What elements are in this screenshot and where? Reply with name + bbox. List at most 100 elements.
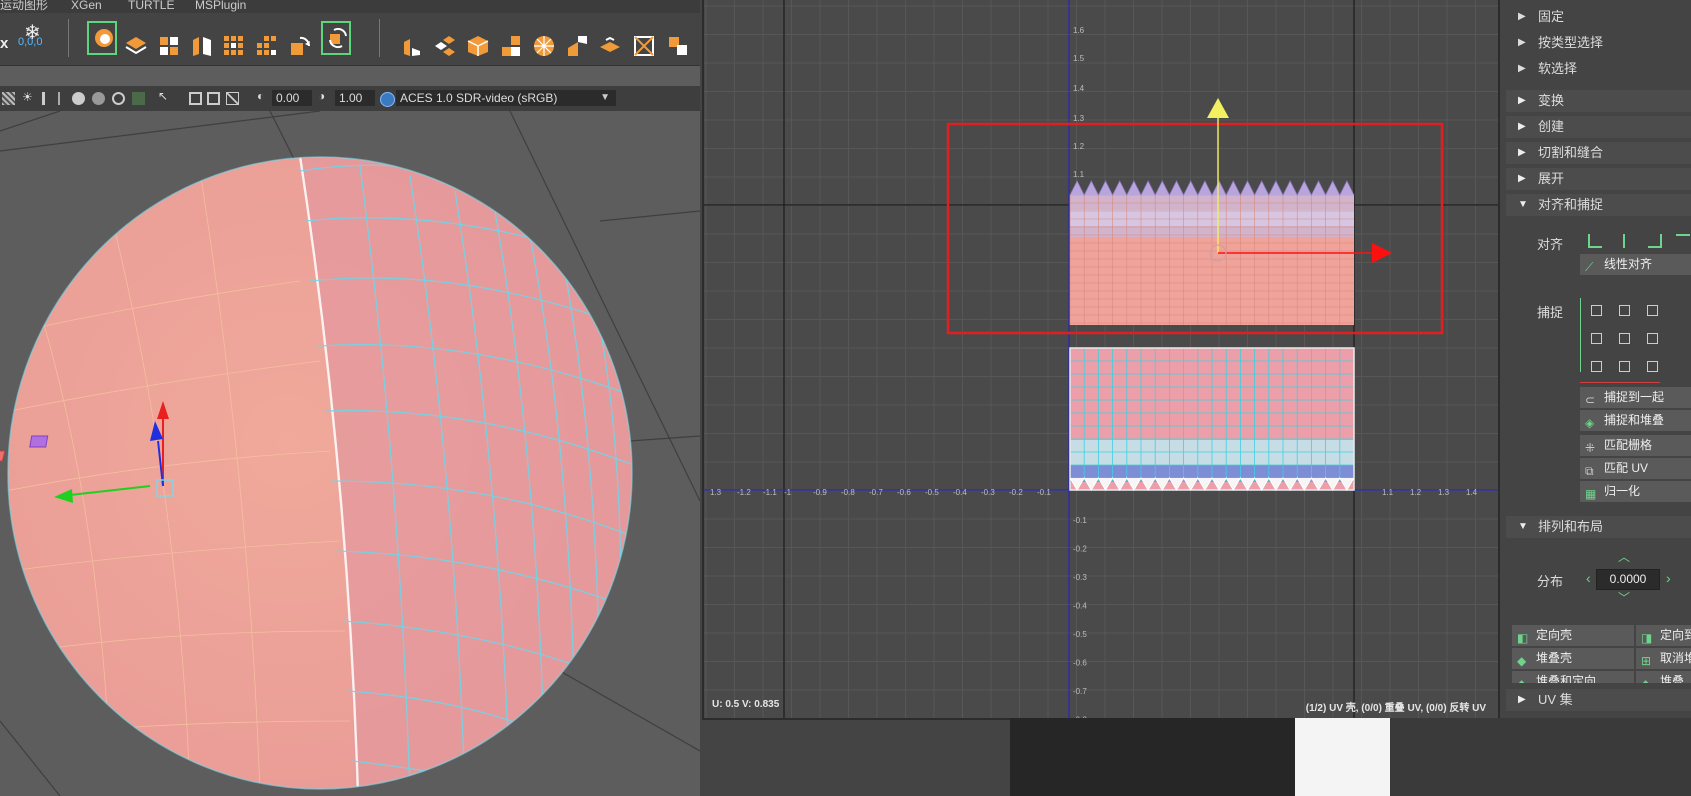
stack-orient-icon: ◆ [1517,674,1531,683]
expand-triangle-icon: ▶ [1518,147,1526,158]
background-window-light [1295,718,1390,796]
stack-2-button[interactable]: ◆堆叠 [1636,671,1691,683]
normalize-button[interactable]: ▦ 归一化 [1580,481,1691,502]
align-center-icon[interactable] [1623,234,1637,248]
unfold-icon[interactable] [499,34,523,58]
align-right-icon[interactable] [1648,234,1662,248]
exposure-field[interactable]: 0.00 [272,90,312,106]
menu-item-mograph[interactable]: 运动图形 [0,0,48,12]
orient-to-button[interactable]: ◨ 定向到 [1636,625,1691,646]
wireframe-icon[interactable] [226,92,239,105]
uv-shell-select-icon[interactable] [87,21,117,55]
chevron-left-icon[interactable]: ‹ [1586,570,1591,586]
match-uv-button[interactable]: ⧉ 匹配 UV [1580,458,1691,479]
planar-map-icon[interactable] [565,34,589,58]
linear-align-button[interactable]: ⟋ 线性对齐 [1580,254,1691,275]
cube-icon[interactable] [466,34,490,58]
sphere-scene[interactable] [0,111,700,796]
checker-icon[interactable] [2,92,15,105]
spread-icon[interactable] [433,34,457,58]
ao-icon[interactable] [112,92,125,105]
section-align-snap[interactable]: ▼ 对齐和捕捉 [1506,194,1691,216]
uv-x-tick: -0.3 [981,488,995,497]
divider-icon [58,92,60,105]
orient-shells-button[interactable]: ◧ 定向壳 [1512,625,1634,646]
sphere-map-icon[interactable] [532,34,556,58]
snap-icon[interactable] [666,34,690,58]
grid-blocks-icon[interactable] [157,34,181,58]
uv-x-tick: -0.2 [1009,488,1023,497]
viewport-3d[interactable]: 运动图形 XGen TURTLE MSPlugin x ❄ 0,0,0 ☀ ↖ … [0,0,700,796]
shadow-icon[interactable] [92,92,105,105]
uv-x-tick: -1 [784,488,792,497]
align-top-icon[interactable] [1676,234,1690,248]
menu-item-msplugin[interactable]: MSPlugin [195,0,246,12]
match-grid-button[interactable]: ⁜ 匹配栅格 [1580,435,1691,456]
snap-checkbox-4[interactable] [1591,333,1602,344]
shelf-toolbar: x ❄ 0,0,0 [0,13,700,66]
snap-together-button[interactable]: ⊂ 捕捉到一起 [1580,387,1691,408]
section-select-by-type[interactable]: ▶ 按类型选择 [1500,32,1691,54]
exposure-icon[interactable]: ◐ [257,89,270,103]
uv-canvas[interactable]: 1.3 -1.2 -1.1 -1 -0.9 -0.8 -0.7 -0.6 -0.5 -0.4 -0.… [704,0,1498,718]
snap-checkbox-3[interactable] [1647,305,1658,316]
uv-toolkit-panel: ▶ 固定 ▶ 按类型选择 ▶ 软选择 ▶ 变换 ▶ 创建 ▶ 切割和缝合 ▶ 展开 ▼ 对齐和捕… [1500,0,1691,718]
snap-checkbox-7[interactable] [1591,361,1602,372]
layout-grid-icon[interactable] [255,34,279,58]
xray-icon[interactable] [207,92,220,105]
uv-x-tick: -1.1 [763,488,777,497]
uv-x-tick: -0.1 [1037,488,1051,497]
uv-status-info: (1/2) UV 壳, (0/0) 重叠 UV, (0/0) 反转 UV [1305,703,1486,714]
section-transform[interactable]: ▶ 变换 [1506,90,1691,112]
section-unfold[interactable]: ▶ 展开 [1506,168,1691,190]
chevron-up-icon[interactable]: ︿ [1618,548,1630,565]
uv-editor[interactable]: 1.3 -1.2 -1.1 -1 -0.9 -0.8 -0.7 -0.6 -0.5 -0.4 -0.… [702,0,1500,720]
section-soft-select[interactable]: ▶ 软选择 [1500,58,1691,80]
light-icon[interactable]: ☀ [22,90,35,104]
rotate-shell-icon[interactable] [288,34,312,58]
collapse-triangle-icon: ▼ [1518,521,1528,532]
checker-grid-icon[interactable] [222,34,246,58]
unstack-button[interactable]: ⊞ 取消堆 [1636,648,1691,669]
snap-checkbox-2[interactable] [1619,305,1630,316]
select-icon[interactable]: ↖ [158,89,171,103]
cut-cube-icon[interactable] [190,34,214,58]
uv-shell-lower[interactable] [1069,347,1355,491]
snap-checkbox-6[interactable] [1647,333,1658,344]
section-create[interactable]: ▶ 创建 [1506,116,1691,138]
aa-icon[interactable] [132,92,145,105]
menu-item-turtle[interactable]: TURTLE [128,0,174,12]
stack-shells-button[interactable]: ◆ 堆叠壳 [1512,648,1634,669]
snap-stack-button[interactable]: ◈ 捕捉和堆叠 [1580,410,1691,431]
uv-y-tick: -0.5 [1073,630,1087,639]
x-label: x [0,35,9,52]
align-left-icon[interactable] [1588,234,1602,248]
straighten-icon[interactable] [400,34,424,58]
snap-checkbox-5[interactable] [1619,333,1630,344]
snap-checkbox-1[interactable] [1591,305,1602,316]
color-management-icon[interactable] [380,92,395,107]
gamma-icon[interactable]: ◑ [318,89,331,103]
uv-x-tick: 1.3 [710,488,722,497]
layer-map-icon[interactable] [598,34,622,58]
snap-checkbox-9[interactable] [1647,361,1658,372]
section-pin[interactable]: ▶ 固定 [1500,6,1691,28]
menu-item-xgen[interactable]: XGen [71,0,102,12]
section-arrange-layout[interactable]: ▼ 排列和布局 [1506,516,1691,538]
color-space-dropdown[interactable]: ACES 1.0 SDR-video (sRGB) ▼ [396,90,616,106]
orient-shell-icon: ◧ [1517,631,1529,645]
snap-checkbox-8[interactable] [1619,361,1630,372]
layer-stack-icon[interactable] [124,34,148,58]
section-uv-set[interactable]: ▶ UV 集 [1506,689,1691,711]
orient-shell-icon[interactable] [321,21,351,55]
isolate-icon[interactable] [189,92,202,105]
gamma-field[interactable]: 1.00 [335,90,375,106]
frame-grid-icon[interactable] [632,34,656,58]
expand-triangle-icon: ▶ [1518,173,1526,184]
shading-icon[interactable] [72,92,85,105]
stack-orient-button[interactable]: ◆堆叠和定向 [1512,671,1634,683]
section-cut-sew[interactable]: ▶ 切割和缝合 [1506,142,1691,164]
distribute-field[interactable]: 0.0000 [1596,569,1660,590]
chevron-right-icon[interactable]: › [1666,570,1671,586]
chevron-down-icon[interactable]: ﹀ [1618,589,1630,606]
